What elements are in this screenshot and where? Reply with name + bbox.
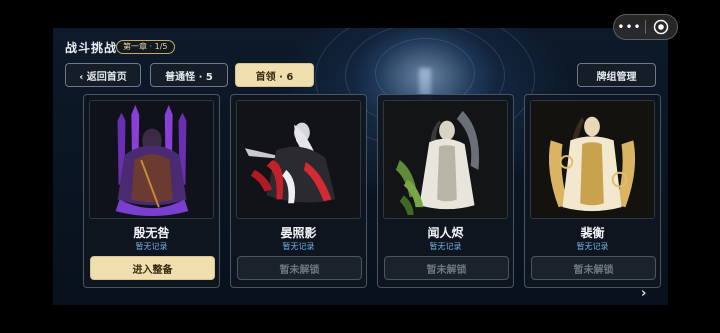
boss-name: 闻人烬 (427, 226, 464, 240)
tab-bosses[interactable]: 首领 · 6 (235, 63, 314, 87)
close-target-icon[interactable] (646, 19, 677, 35)
boss-portrait-art (531, 101, 654, 218)
back-home-button[interactable]: ‹ 返回首页 (65, 63, 141, 87)
boss-name: 殷无咎 (133, 226, 170, 240)
next-page-arrow-icon[interactable]: › (641, 286, 646, 301)
boss-name: 晏照影 (280, 226, 317, 240)
boss-portrait-art (237, 101, 360, 218)
boss-record: 暂无记录 (429, 242, 462, 251)
more-menu-icon[interactable]: ••• (614, 15, 645, 39)
locked-button[interactable]: 暂未解锁 (384, 256, 509, 280)
chapter-badge: 第一章 · 1/5 (116, 40, 175, 54)
enter-prep-button[interactable]: 进入整备 (90, 256, 215, 280)
boss-portrait (383, 100, 508, 219)
locked-button[interactable]: 暂未解锁 (237, 256, 362, 280)
tab-normal-monsters[interactable]: 普通怪 · 5 (150, 63, 228, 87)
boss-name: 裴衡 (580, 226, 605, 240)
boss-card[interactable]: 殷无咎 暂无记录 进入整备 (83, 94, 220, 288)
boss-card[interactable]: 闻人烬 暂无记录 暂未解锁 (377, 94, 514, 288)
boss-portrait-art (90, 101, 213, 218)
boss-portrait-art (384, 101, 507, 218)
locked-button[interactable]: 暂未解锁 (531, 256, 656, 280)
boss-portrait (530, 100, 655, 219)
boss-record: 暂无记录 (576, 242, 609, 251)
boss-record: 暂无记录 (282, 242, 315, 251)
deck-management-button[interactable]: 牌组管理 (577, 63, 656, 87)
boss-card[interactable]: 裴衡 暂无记录 暂未解锁 (524, 94, 661, 288)
page-title: 战斗挑战 (65, 41, 118, 55)
boss-card[interactable]: 晏照影 暂无记录 暂未解锁 (230, 94, 367, 288)
game-screen: 战斗挑战 第一章 · 1/5 ‹ 返回首页 普通怪 · 5 首领 · 6 牌组管… (53, 28, 668, 305)
boss-portrait (236, 100, 361, 219)
boss-record: 暂无记录 (135, 242, 168, 251)
boss-portrait (89, 100, 214, 219)
miniprogram-capsule: ••• (613, 14, 678, 40)
